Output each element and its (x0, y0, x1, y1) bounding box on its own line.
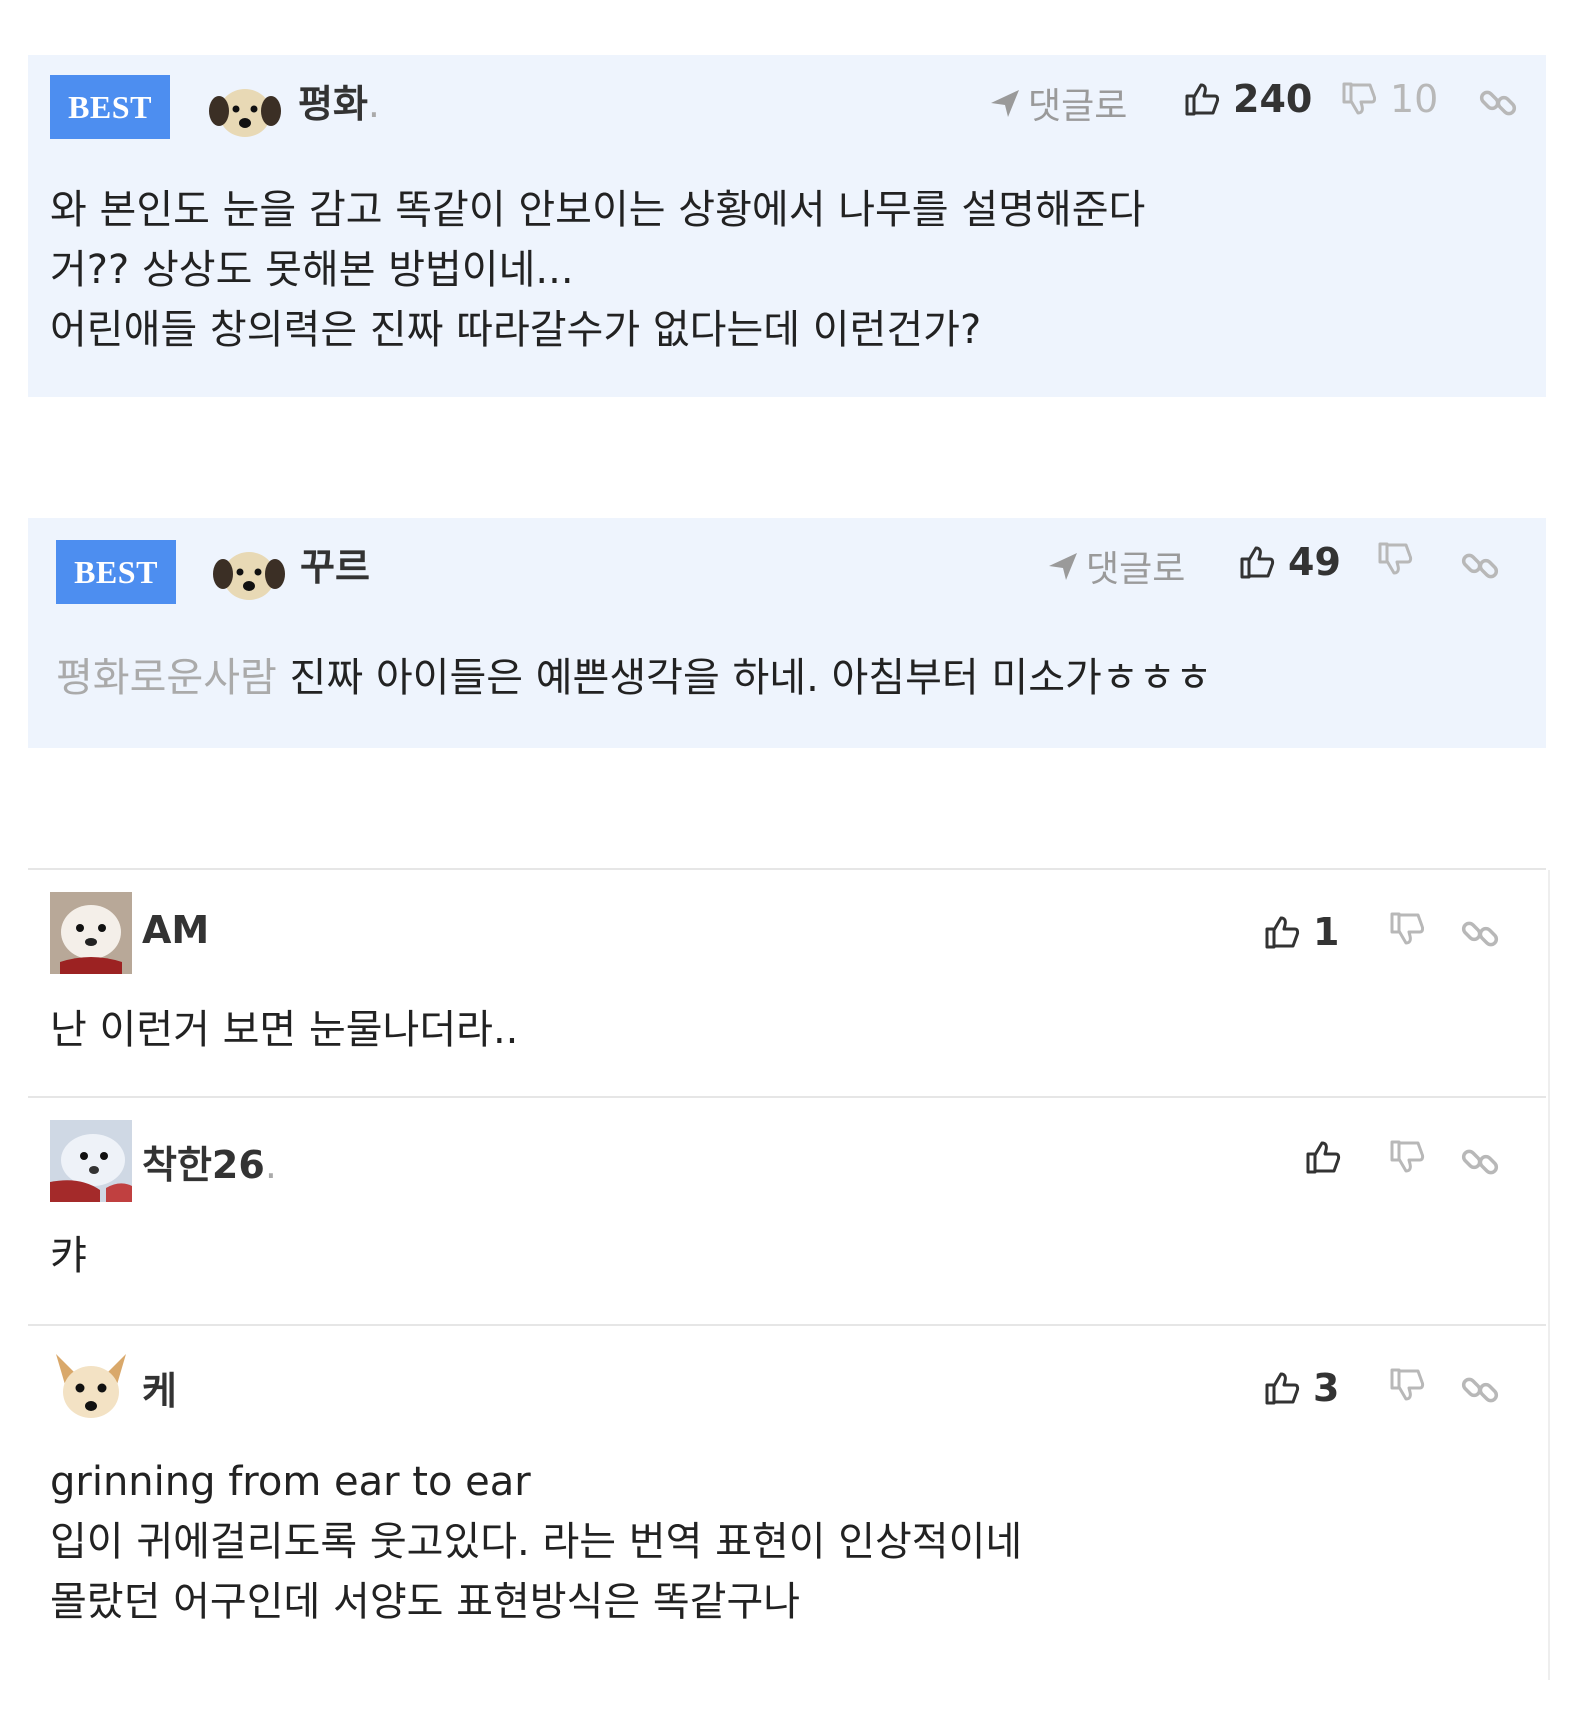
thumbs-up-icon (1263, 1369, 1301, 1407)
best-comment-1: BEST 평화. 댓글로 240 10 와 본인도 눈을 감고 똑같이 안보이는 (28, 55, 1546, 397)
like-button[interactable]: 3 (1263, 1366, 1339, 1410)
like-count: 240 (1233, 77, 1313, 121)
comment-ke: 케 3 grinning from ear to ear 입이 귀에걸리도록 웃… (28, 1324, 1546, 1666)
puppy-avatar[interactable] (210, 538, 288, 608)
like-count: 49 (1288, 540, 1341, 584)
thumbs-up-icon (1304, 1138, 1342, 1176)
like-count: 3 (1313, 1366, 1340, 1410)
dislike-count: 10 (1390, 77, 1439, 121)
dislike-button[interactable] (1388, 1366, 1426, 1404)
like-button[interactable]: 49 (1238, 540, 1341, 584)
link-icon[interactable] (1478, 83, 1518, 127)
thumbs-up-icon (1183, 80, 1221, 118)
reply-button[interactable]: 댓글로 (988, 77, 1127, 129)
polar-bear-avatar[interactable] (50, 892, 132, 974)
mention-link[interactable]: 평화로운사람 (56, 655, 277, 701)
link-icon[interactable] (1460, 914, 1500, 958)
thumbs-down-icon (1388, 1138, 1426, 1176)
comment-text: 난 이런거 보면 눈물나더라.. (50, 1007, 519, 1053)
puppy-avatar[interactable] (206, 75, 284, 145)
chihuahua-avatar[interactable] (50, 1348, 132, 1430)
comment-author[interactable]: 착한26. (142, 1134, 277, 1189)
like-button[interactable]: 240 (1183, 77, 1312, 121)
dislike-button[interactable] (1388, 910, 1426, 948)
comment-author[interactable]: 꾸르 (300, 536, 370, 591)
comment-am: AM 1 난 이런거 보면 눈물나더라.. (28, 868, 1546, 1098)
thumbs-down-icon (1376, 540, 1414, 578)
send-arrow-icon (988, 86, 1022, 120)
link-icon[interactable] (1460, 1370, 1500, 1414)
dislike-button[interactable] (1388, 1138, 1426, 1176)
dislike-button[interactable] (1376, 540, 1426, 578)
thumbs-up-icon (1263, 913, 1301, 951)
best-badge: BEST (50, 75, 170, 139)
link-icon[interactable] (1460, 1142, 1500, 1186)
thumbs-up-icon (1238, 543, 1276, 581)
scroll-edge (1548, 870, 1550, 1680)
comment-chakhan26: 착한26. 캬 (28, 1096, 1546, 1326)
comment-text: 평화로운사람 진짜 아이들은 예쁜생각을 하네. 아침부터 미소가ㅎㅎㅎ (56, 655, 1213, 701)
like-button[interactable] (1304, 1138, 1342, 1176)
reply-button[interactable]: 댓글로 (1046, 540, 1185, 592)
link-icon[interactable] (1460, 546, 1500, 590)
like-count: 1 (1313, 910, 1340, 954)
comment-text: grinning from ear to ear 입이 귀에걸리도록 웃고있다.… (50, 1459, 1023, 1625)
best-badge: BEST (56, 540, 176, 604)
best-comment-2: BEST 꾸르 댓글로 49 평화로운사람 진짜 아이들은 예쁜생각을 하네. (28, 518, 1546, 748)
comment-author[interactable]: AM (142, 908, 209, 952)
thumbs-down-icon (1340, 80, 1378, 118)
send-arrow-icon (1046, 549, 1080, 583)
comment-author[interactable]: 평화. (298, 73, 380, 128)
thumbs-down-icon (1388, 1366, 1426, 1404)
comment-text: 와 본인도 눈을 감고 똑같이 안보이는 상황에서 나무를 설명해준다 거?? … (50, 187, 1146, 353)
like-button[interactable]: 1 (1263, 910, 1339, 954)
comment-author[interactable]: 케 (142, 1360, 177, 1415)
dislike-button[interactable]: 10 (1340, 77, 1438, 121)
comment-text: 캬 (50, 1233, 87, 1279)
polar-bear-avatar[interactable] (50, 1120, 132, 1202)
thumbs-down-icon (1388, 910, 1426, 948)
